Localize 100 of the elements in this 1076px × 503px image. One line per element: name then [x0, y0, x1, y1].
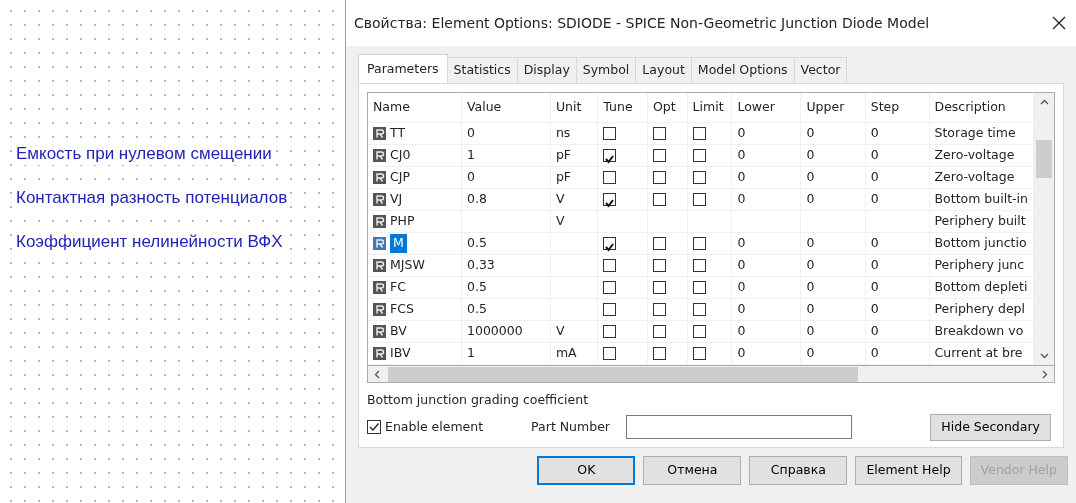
- parameter-icon: [373, 237, 386, 251]
- checkbox[interactable]: [603, 259, 617, 273]
- checkbox[interactable]: [367, 420, 381, 435]
- scroll-up-icon[interactable]: [1039, 98, 1049, 105]
- dialog-button[interactable]: Отмена: [643, 455, 742, 485]
- unit-cell: V: [555, 323, 565, 339]
- description-cell: Zero-voltage: [934, 169, 1015, 185]
- checkbox[interactable]: [603, 303, 617, 317]
- vertical-scrollbar[interactable]: [1034, 92, 1054, 366]
- checkbox-label[interactable]: Enable element: [385, 418, 484, 437]
- checkbox[interactable]: [652, 149, 666, 163]
- checkbox[interactable]: [692, 325, 706, 339]
- checkbox[interactable]: [603, 193, 617, 207]
- description-cell: Bottom depleti: [934, 279, 1028, 295]
- lower-cell: 0: [737, 323, 746, 339]
- checkbox[interactable]: [652, 127, 666, 141]
- checkbox[interactable]: [652, 237, 666, 251]
- column-header[interactable]: Unit: [550, 92, 598, 123]
- parameter-name[interactable]: PHP: [390, 212, 415, 232]
- value-cell: 0.5: [467, 301, 487, 317]
- dialog-button[interactable]: OK: [537, 455, 636, 485]
- scroll-thumb[interactable]: [388, 366, 858, 382]
- checkbox[interactable]: [692, 237, 706, 251]
- checkbox[interactable]: [652, 281, 666, 295]
- parameter-name[interactable]: FCS: [390, 300, 414, 320]
- lower-cell: 0: [737, 147, 746, 163]
- unit-cell: ns: [555, 125, 571, 141]
- value-cell: 0.8: [467, 191, 487, 207]
- column-header[interactable]: Tune: [597, 92, 648, 123]
- column-header[interactable]: Description: [929, 92, 1034, 123]
- unit-cell: pF: [555, 147, 571, 163]
- parameter-icon: [373, 347, 386, 361]
- scroll-down-icon[interactable]: [1039, 353, 1049, 360]
- unit-cell: pF: [555, 169, 571, 185]
- parameter-name[interactable]: CJP: [390, 168, 410, 188]
- parameter-name[interactable]: MJSW: [390, 256, 425, 276]
- column-header[interactable]: Lower: [731, 92, 801, 123]
- checkbox[interactable]: [652, 303, 666, 317]
- parameter-name[interactable]: IBV: [390, 344, 411, 364]
- parameter-description: Bottom junction grading coefficient: [367, 391, 590, 410]
- scroll-thumb[interactable]: [1036, 140, 1052, 178]
- part-number-field[interactable]: [626, 415, 852, 440]
- checkbox[interactable]: [603, 325, 617, 339]
- value-cell: 0.5: [467, 235, 487, 251]
- checkbox[interactable]: [603, 281, 617, 295]
- lower-cell: 0: [737, 169, 746, 185]
- lower-cell: 0: [737, 125, 746, 141]
- dialog-button[interactable]: Element Help: [855, 455, 962, 485]
- checkbox[interactable]: [652, 171, 666, 185]
- tab[interactable]: Statistics: [446, 57, 518, 83]
- checkbox[interactable]: [603, 127, 617, 141]
- scroll-right-icon[interactable]: [1042, 369, 1048, 379]
- description-cell: Bottom junctio: [934, 235, 1027, 251]
- upper-cell: 0: [806, 125, 815, 141]
- description-cell: Zero-voltage: [934, 147, 1015, 163]
- checkbox[interactable]: [603, 171, 617, 185]
- tab[interactable]: Vector: [793, 57, 848, 83]
- checkbox[interactable]: [692, 171, 706, 185]
- tab[interactable]: Parameters: [358, 54, 448, 83]
- checkbox[interactable]: [692, 259, 706, 273]
- lower-cell: 0: [737, 345, 746, 361]
- checkbox[interactable]: [692, 281, 706, 295]
- checkbox[interactable]: [692, 303, 706, 317]
- checkbox[interactable]: [692, 193, 706, 207]
- description-cell: Periphery depl: [934, 301, 1025, 317]
- lower-cell: 0: [737, 257, 746, 273]
- checkbox[interactable]: [603, 237, 617, 251]
- parameter-icon: [373, 127, 386, 141]
- window-title: Свойства: Element Options: SDIODE - SPICE Non-Geometric Junction Diode Model: [354, 13, 930, 33]
- column-header[interactable]: Upper: [800, 92, 866, 123]
- parameter-icon: [373, 325, 386, 339]
- checkbox[interactable]: [652, 347, 666, 361]
- column-header[interactable]: Name: [368, 92, 462, 123]
- checkbox[interactable]: [652, 259, 666, 273]
- horizontal-scrollbar[interactable]: [367, 366, 1055, 384]
- value-cell: 0: [467, 125, 475, 141]
- description-cell: Breakdown vo: [934, 323, 1024, 339]
- hide-secondary-button[interactable]: Hide Secondary: [930, 414, 1051, 441]
- parameter-name[interactable]: FC: [390, 278, 406, 298]
- parameter-name[interactable]: TT: [390, 124, 406, 144]
- close-icon[interactable]: [1052, 16, 1066, 30]
- checkbox[interactable]: [652, 193, 666, 207]
- checkbox[interactable]: [603, 149, 617, 163]
- dialog-button[interactable]: Справка: [749, 455, 848, 485]
- column-header[interactable]: Step: [865, 92, 929, 123]
- parameter-name[interactable]: M: [390, 234, 407, 254]
- parameter-name[interactable]: VJ: [390, 190, 403, 210]
- checkbox[interactable]: [692, 127, 706, 141]
- column-header[interactable]: Value: [461, 92, 551, 123]
- checkbox[interactable]: [652, 325, 666, 339]
- checkbox[interactable]: [603, 347, 617, 361]
- checkbox[interactable]: [692, 347, 706, 361]
- column-header[interactable]: Opt: [647, 92, 688, 123]
- checkbox[interactable]: [692, 149, 706, 163]
- parameter-name[interactable]: BV: [390, 322, 407, 342]
- parameter-name[interactable]: CJ0: [390, 146, 411, 166]
- column-header[interactable]: Limit: [687, 92, 732, 123]
- scroll-left-icon[interactable]: [374, 369, 380, 379]
- step-cell: 0: [870, 257, 879, 273]
- step-cell: 0: [870, 279, 879, 295]
